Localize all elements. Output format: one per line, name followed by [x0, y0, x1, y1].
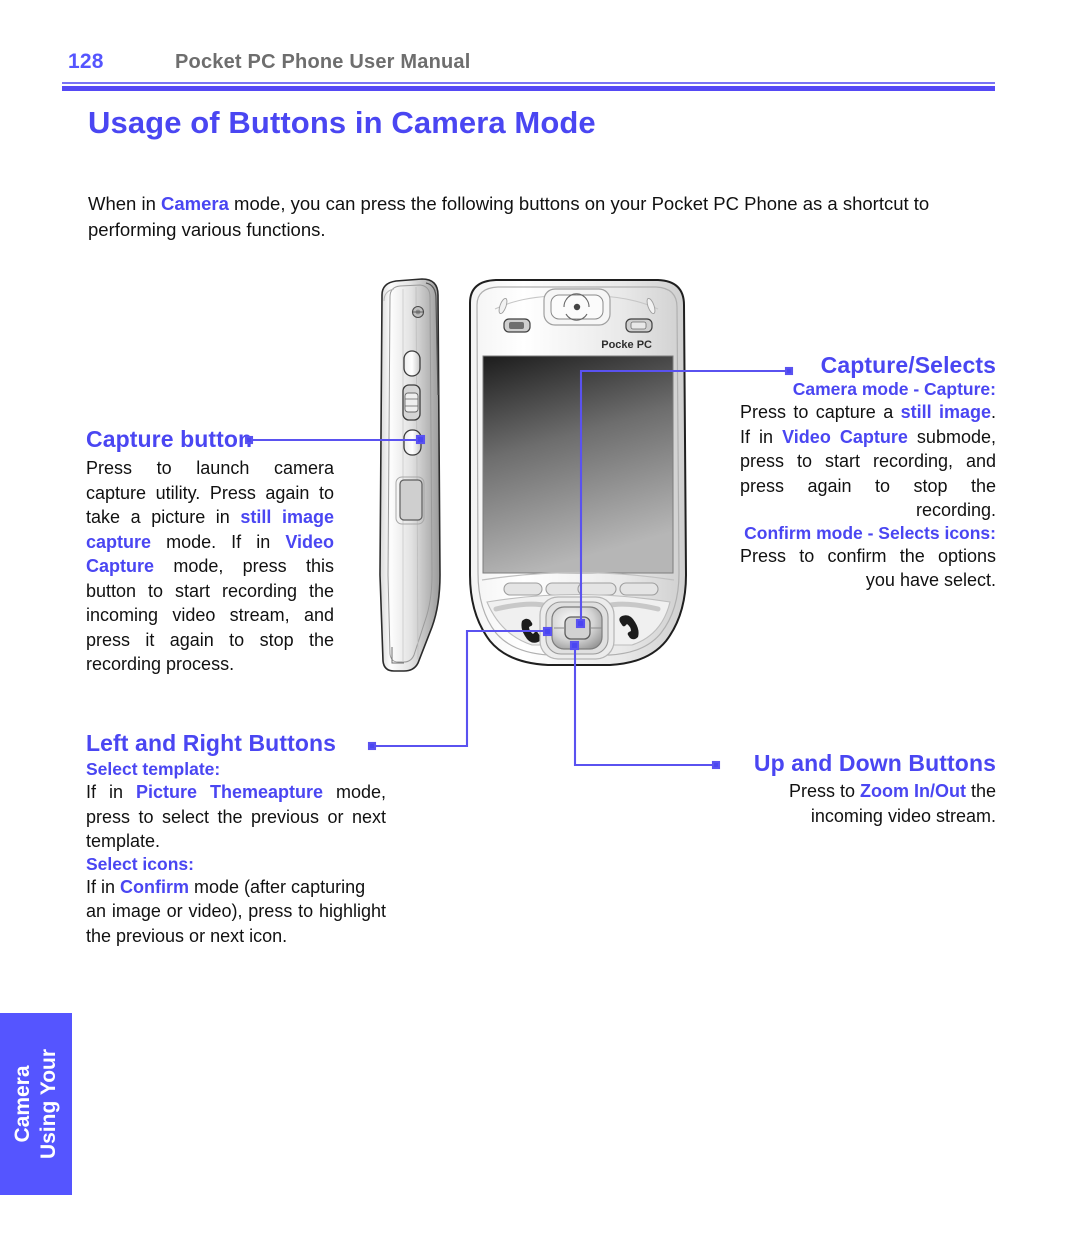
body-select-icons-line2: an image or video), press to highlight t… [86, 901, 386, 946]
side-capture-button [403, 429, 422, 456]
callout-up-down-buttons: Up and Down Buttons Press to Zoom In/Out… [724, 750, 996, 828]
page-number: 128 [68, 50, 104, 73]
body-camera-mode-capture: Press to capture a still image. If in Vi… [740, 400, 996, 523]
subtitle-select-template: Select template: [86, 759, 221, 779]
callout-left-right-buttons-title: Left and Right Buttons [86, 730, 337, 756]
subtitle-camera-mode-capture: Camera mode - Capture: [792, 379, 996, 399]
section-tab-line-1: Using Your [37, 1048, 60, 1160]
callout-up-down-buttons-title: Up and Down Buttons [753, 750, 996, 776]
callout-capture-button-body: Press to launch camera capture utility. … [86, 456, 334, 677]
highlight-confirm: Confirm [120, 876, 190, 897]
phone-nav-pad [539, 596, 615, 660]
callout-capture-button-title: Capture button [86, 426, 253, 452]
highlight-video-capture: Video Capture [782, 426, 908, 447]
callout-capture-selects: Capture/Selects Camera mode - Capture: P… [740, 352, 996, 593]
header-rule-thin [62, 82, 995, 84]
phone-screen [483, 356, 673, 573]
nav-center-button [564, 616, 591, 640]
text-segment: If in [86, 782, 136, 802]
text-segment: If in [86, 876, 121, 897]
manual-page: 128 Pocket PC Phone User Manual Usage of… [0, 0, 1080, 1259]
body-select-template: If in Picture Themeapture mode, press to… [86, 780, 386, 854]
text-segment: mode. If in [151, 531, 286, 552]
intro-text-1: When in [88, 192, 162, 214]
pocket-pc-phone-illustration: Pocke PC [370, 275, 694, 675]
highlight-still-image: still image [900, 402, 991, 422]
text-segment: mode (after capturing [189, 876, 366, 897]
phone-front-view: Pocke PC [469, 279, 688, 666]
header-rule-thick [62, 86, 995, 91]
phone-app-buttons [503, 582, 659, 596]
intro-highlight-camera: Camera [161, 192, 229, 214]
page-title: Usage of Buttons in Camera Mode [88, 105, 596, 140]
callout-left-right-buttons: Left and Right Buttons Select template: … [86, 730, 386, 948]
highlight-picture-themeapture: Picture Themeapture [135, 782, 323, 802]
highlight-zoom-in-out: Zoom In/Out [859, 781, 966, 801]
phone-side-view [379, 278, 441, 672]
text-segment: Press to [788, 781, 860, 801]
section-tab-using-your-camera: Using Your Camera [0, 1013, 72, 1195]
intro-paragraph: When in Camera mode, you can press the f… [88, 191, 998, 243]
body-confirm-mode: Press to confirm the options you have se… [740, 545, 996, 591]
body-select-icons-line1: If in Confirm mode (after capturing [86, 875, 386, 900]
subtitle-select-icons: Select icons: [86, 853, 194, 874]
running-head: Pocket PC Phone User Manual [175, 51, 471, 73]
text-segment: Press to capture a [740, 402, 901, 422]
body-up-down-buttons: Press to Zoom In/Out the incoming video … [724, 779, 996, 828]
subtitle-confirm-mode-selects-icons: Confirm mode - Selects icons: [744, 522, 996, 543]
callout-capture-button: Capture button Press to launch camera ca… [86, 426, 334, 677]
callout-capture-selects-title: Capture/Selects [820, 352, 996, 378]
phone-brand-label: Pocke PC [601, 339, 652, 351]
section-tab-line-2: Camera [11, 1065, 34, 1143]
